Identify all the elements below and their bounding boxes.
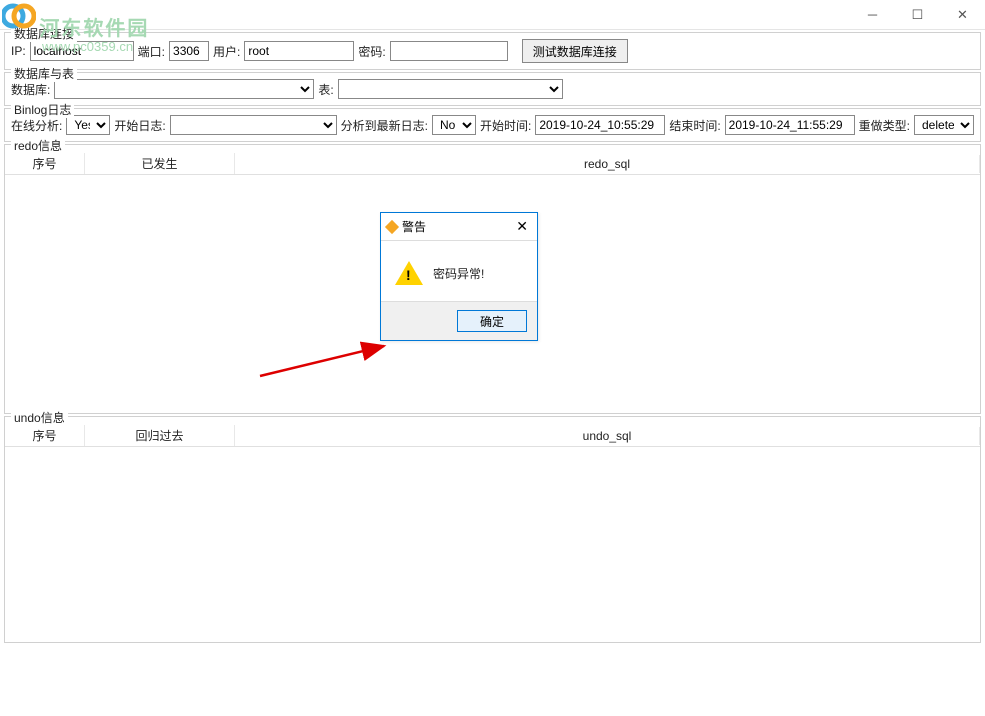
db-table-group: 数据库与表 数据库: 表: — [4, 72, 981, 106]
undo-col-sql: undo_sql — [235, 427, 980, 445]
warning-dialog: 警告 ✕ 密码异常! 确定 — [380, 212, 538, 341]
warning-diamond-icon — [385, 219, 399, 233]
undo-col-seq: 序号 — [5, 425, 85, 446]
port-input[interactable] — [169, 41, 209, 61]
pwd-label: 密码: — [358, 43, 385, 60]
db-label: 数据库: — [11, 81, 50, 98]
close-button[interactable]: ✕ — [940, 0, 985, 30]
endtime-input[interactable] — [725, 115, 855, 135]
window-titlebar: ─ ☐ ✕ — [0, 0, 985, 30]
undo-col-back: 回归过去 — [85, 425, 235, 446]
group-legend: 数据库与表 — [11, 65, 77, 82]
starttime-input[interactable] — [535, 115, 665, 135]
password-input[interactable] — [390, 41, 508, 61]
online-label: 在线分析: — [11, 117, 62, 134]
dialog-titlebar: 警告 ✕ — [381, 213, 537, 241]
table-select[interactable] — [338, 79, 563, 99]
endtime-label: 结束时间: — [669, 117, 720, 134]
dialog-title: 警告 — [402, 218, 426, 235]
redotype-label: 重做类型: — [859, 117, 910, 134]
table-label: 表: — [318, 81, 333, 98]
test-connection-button[interactable]: 测试数据库连接 — [522, 39, 628, 63]
tolatest-label: 分析到最新日志: — [341, 117, 428, 134]
starttime-label: 开始时间: — [480, 117, 531, 134]
redo-col-sql: redo_sql — [235, 155, 980, 173]
binlog-group: Binlog日志 在线分析: Yes 开始日志: 分析到最新日志: No 开始时… — [4, 108, 981, 142]
minimize-button[interactable]: ─ — [850, 0, 895, 30]
startlog-select[interactable] — [170, 115, 337, 135]
startlog-label: 开始日志: — [114, 117, 165, 134]
warning-triangle-icon — [395, 261, 423, 285]
user-input[interactable] — [244, 41, 354, 61]
dialog-close-button[interactable]: ✕ — [513, 218, 531, 235]
dialog-footer: 确定 — [381, 301, 537, 340]
redo-col-happened: 已发生 — [85, 153, 235, 174]
db-connection-group: 数据库连接 IP: 端口: 用户: 密码: 测试数据库连接 — [4, 32, 981, 70]
online-select[interactable]: Yes — [66, 115, 110, 135]
maximize-button[interactable]: ☐ — [895, 0, 940, 30]
dialog-message: 密码异常! — [433, 265, 484, 282]
redo-table-header: 序号 已发生 redo_sql — [5, 153, 980, 175]
group-legend: undo信息 — [11, 409, 68, 426]
group-legend: 数据库连接 — [11, 25, 77, 42]
port-label: 端口: — [138, 43, 165, 60]
user-label: 用户: — [213, 43, 240, 60]
database-select[interactable] — [54, 79, 314, 99]
dialog-ok-button[interactable]: 确定 — [457, 310, 527, 332]
dialog-body: 密码异常! — [381, 241, 537, 301]
ip-label: IP: — [11, 44, 26, 58]
undo-table-header: 序号 回归过去 undo_sql — [5, 425, 980, 447]
redo-col-seq: 序号 — [5, 153, 85, 174]
redotype-select[interactable]: delete — [914, 115, 974, 135]
ip-input[interactable] — [30, 41, 134, 61]
group-legend: redo信息 — [11, 137, 65, 154]
tolatest-select[interactable]: No — [432, 115, 476, 135]
undo-table-body[interactable] — [5, 447, 980, 642]
group-legend: Binlog日志 — [11, 101, 74, 118]
undo-group: undo信息 序号 回归过去 undo_sql — [4, 416, 981, 643]
